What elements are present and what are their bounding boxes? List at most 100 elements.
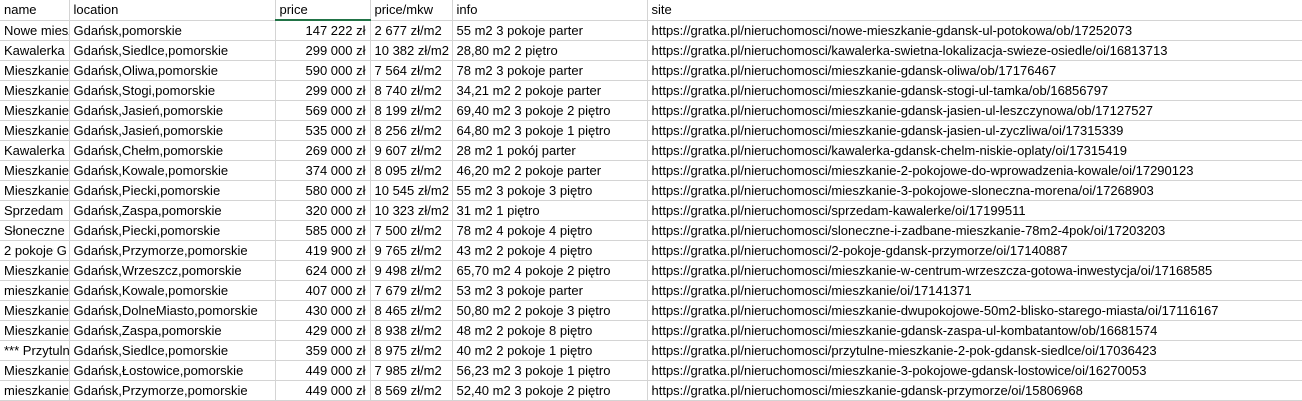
cell-price-per-m2[interactable]: 8 975 zł/m2 bbox=[370, 340, 453, 361]
cell-info[interactable]: 34,21 m2 2 pokoje parter bbox=[452, 80, 648, 101]
cell-price[interactable]: 449 000 zł bbox=[275, 380, 371, 401]
cell-price[interactable]: 535 000 zł bbox=[275, 120, 371, 141]
cell-site[interactable]: https://gratka.pl/nieruchomosci/nowe-mie… bbox=[647, 20, 1302, 41]
cell-name[interactable]: Mieszkanie bbox=[0, 360, 70, 381]
cell-price-per-m2[interactable]: 9 765 zł/m2 bbox=[370, 240, 453, 261]
cell-site[interactable]: https://gratka.pl/nieruchomosci/mieszkan… bbox=[647, 160, 1302, 181]
header-cell-info[interactable]: info bbox=[452, 0, 648, 21]
cell-price[interactable]: 569 000 zł bbox=[275, 100, 371, 121]
cell-location[interactable]: Gdańsk,Kowale,pomorskie bbox=[69, 160, 276, 181]
cell-info[interactable]: 55 m2 3 pokoje parter bbox=[452, 20, 648, 41]
header-cell-price-per-m2[interactable]: price/mkw bbox=[370, 0, 453, 21]
cell-info[interactable]: 56,23 m2 3 pokoje 1 piętro bbox=[452, 360, 648, 381]
cell-location[interactable]: Gdańsk,Przymorze,pomorskie bbox=[69, 380, 276, 401]
cell-location[interactable]: Gdańsk,Wrzeszcz,pomorskie bbox=[69, 260, 276, 281]
cell-name[interactable]: Kawalerka bbox=[0, 140, 70, 161]
cell-site[interactable]: https://gratka.pl/nieruchomosci/mieszkan… bbox=[647, 180, 1302, 201]
cell-info[interactable]: 40 m2 2 pokoje 1 piętro bbox=[452, 340, 648, 361]
cell-site[interactable]: https://gratka.pl/nieruchomosci/sprzedam… bbox=[647, 200, 1302, 221]
cell-price-per-m2[interactable]: 2 677 zł/m2 bbox=[370, 20, 453, 41]
cell-site[interactable]: https://gratka.pl/nieruchomosci/mieszkan… bbox=[647, 320, 1302, 341]
cell-info[interactable]: 46,20 m2 2 pokoje parter bbox=[452, 160, 648, 181]
cell-price-per-m2[interactable]: 7 679 zł/m2 bbox=[370, 280, 453, 301]
cell-location[interactable]: Gdańsk,Jasień,pomorskie bbox=[69, 100, 276, 121]
cell-location[interactable]: Gdańsk,Przymorze,pomorskie bbox=[69, 240, 276, 261]
cell-location[interactable]: Gdańsk,Chełm,pomorskie bbox=[69, 140, 276, 161]
cell-info[interactable]: 69,40 m2 3 pokoje 2 piętro bbox=[452, 100, 648, 121]
cell-site[interactable]: https://gratka.pl/nieruchomosci/mieszkan… bbox=[647, 100, 1302, 121]
cell-price[interactable]: 359 000 zł bbox=[275, 340, 371, 361]
cell-info[interactable]: 50,80 m2 2 pokoje 3 piętro bbox=[452, 300, 648, 321]
cell-location[interactable]: Gdańsk,Siedlce,pomorskie bbox=[69, 340, 276, 361]
cell-info[interactable]: 53 m2 3 pokoje parter bbox=[452, 280, 648, 301]
cell-location[interactable]: Gdańsk,Kowale,pomorskie bbox=[69, 280, 276, 301]
header-cell-name[interactable]: name bbox=[0, 0, 70, 21]
cell-info[interactable]: 78 m2 3 pokoje parter bbox=[452, 60, 648, 81]
cell-name[interactable]: mieszkanie bbox=[0, 380, 70, 401]
cell-price-per-m2[interactable]: 8 199 zł/m2 bbox=[370, 100, 453, 121]
cell-location[interactable]: Gdańsk,Piecki,pomorskie bbox=[69, 220, 276, 241]
cell-info[interactable]: 55 m2 3 pokoje 3 piętro bbox=[452, 180, 648, 201]
cell-price-per-m2[interactable]: 10 545 zł/m2 bbox=[370, 180, 453, 201]
cell-location[interactable]: Gdańsk,Siedlce,pomorskie bbox=[69, 40, 276, 61]
cell-site[interactable]: https://gratka.pl/nieruchomosci/2-pokoje… bbox=[647, 240, 1302, 261]
cell-price[interactable]: 299 000 zł bbox=[275, 40, 371, 61]
cell-site[interactable]: https://gratka.pl/nieruchomosci/mieszkan… bbox=[647, 280, 1302, 301]
cell-site[interactable]: https://gratka.pl/nieruchomosci/przytuln… bbox=[647, 340, 1302, 361]
cell-location[interactable]: Gdańsk,Piecki,pomorskie bbox=[69, 180, 276, 201]
cell-price-per-m2[interactable]: 8 095 zł/m2 bbox=[370, 160, 453, 181]
cell-price-per-m2[interactable]: 8 938 zł/m2 bbox=[370, 320, 453, 341]
cell-price[interactable]: 147 222 zł bbox=[275, 20, 371, 41]
cell-location[interactable]: Gdańsk,Oliwa,pomorskie bbox=[69, 60, 276, 81]
cell-price[interactable]: 374 000 zł bbox=[275, 160, 371, 181]
cell-price[interactable]: 449 000 zł bbox=[275, 360, 371, 381]
cell-name[interactable]: Mieszkanie bbox=[0, 320, 70, 341]
cell-name[interactable]: Mieszkanie bbox=[0, 60, 70, 81]
cell-site[interactable]: https://gratka.pl/nieruchomosci/mieszkan… bbox=[647, 360, 1302, 381]
cell-name[interactable]: Słoneczne bbox=[0, 220, 70, 241]
header-cell-location[interactable]: location bbox=[69, 0, 276, 21]
cell-location[interactable]: Gdańsk,pomorskie bbox=[69, 20, 276, 41]
cell-price-per-m2[interactable]: 8 740 zł/m2 bbox=[370, 80, 453, 101]
cell-price[interactable]: 407 000 zł bbox=[275, 280, 371, 301]
cell-location[interactable]: Gdańsk,Łostowice,pomorskie bbox=[69, 360, 276, 381]
cell-info[interactable]: 65,70 m2 4 pokoje 2 piętro bbox=[452, 260, 648, 281]
cell-price[interactable]: 585 000 zł bbox=[275, 220, 371, 241]
cell-price-per-m2[interactable]: 9 607 zł/m2 bbox=[370, 140, 453, 161]
cell-location[interactable]: Gdańsk,Jasień,pomorskie bbox=[69, 120, 276, 141]
cell-site[interactable]: https://gratka.pl/nieruchomosci/mieszkan… bbox=[647, 260, 1302, 281]
cell-name[interactable]: Mieszkanie bbox=[0, 180, 70, 201]
cell-price[interactable]: 299 000 zł bbox=[275, 80, 371, 101]
cell-price[interactable]: 419 900 zł bbox=[275, 240, 371, 261]
cell-price[interactable]: 429 000 zł bbox=[275, 320, 371, 341]
cell-site[interactable]: https://gratka.pl/nieruchomosci/mieszkan… bbox=[647, 80, 1302, 101]
cell-site[interactable]: https://gratka.pl/nieruchomosci/mieszkan… bbox=[647, 120, 1302, 141]
cell-info[interactable]: 52,40 m2 3 pokoje 2 piętro bbox=[452, 380, 648, 401]
cell-price-per-m2[interactable]: 10 323 zł/m2 bbox=[370, 200, 453, 221]
cell-location[interactable]: Gdańsk,DolneMiasto,pomorskie bbox=[69, 300, 276, 321]
cell-price[interactable]: 430 000 zł bbox=[275, 300, 371, 321]
cell-price-per-m2[interactable]: 7 500 zł/m2 bbox=[370, 220, 453, 241]
cell-site[interactable]: https://gratka.pl/nieruchomosci/kawalerk… bbox=[647, 140, 1302, 161]
cell-price[interactable]: 269 000 zł bbox=[275, 140, 371, 161]
cell-price-per-m2[interactable]: 7 985 zł/m2 bbox=[370, 360, 453, 381]
cell-location[interactable]: Gdańsk,Zaspa,pomorskie bbox=[69, 320, 276, 341]
cell-site[interactable]: https://gratka.pl/nieruchomosci/mieszkan… bbox=[647, 380, 1302, 401]
cell-name[interactable]: Mieszkanie bbox=[0, 300, 70, 321]
cell-price-per-m2[interactable]: 8 569 zł/m2 bbox=[370, 380, 453, 401]
cell-info[interactable]: 28,80 m2 2 piętro bbox=[452, 40, 648, 61]
cell-info[interactable]: 64,80 m2 3 pokoje 1 piętro bbox=[452, 120, 648, 141]
cell-name[interactable]: Mieszkanie bbox=[0, 260, 70, 281]
cell-info[interactable]: 28 m2 1 pokój parter bbox=[452, 140, 648, 161]
cell-site[interactable]: https://gratka.pl/nieruchomosci/kawalerk… bbox=[647, 40, 1302, 61]
cell-name[interactable]: *** Przytulne bbox=[0, 340, 70, 361]
header-cell-price[interactable]: price bbox=[275, 0, 371, 21]
cell-name[interactable]: Nowe mieszkanie bbox=[0, 20, 70, 41]
cell-location[interactable]: Gdańsk,Zaspa,pomorskie bbox=[69, 200, 276, 221]
cell-name[interactable]: Mieszkanie bbox=[0, 160, 70, 181]
cell-site[interactable]: https://gratka.pl/nieruchomosci/sloneczn… bbox=[647, 220, 1302, 241]
cell-price-per-m2[interactable]: 7 564 zł/m2 bbox=[370, 60, 453, 81]
cell-name[interactable]: Kawalerka bbox=[0, 40, 70, 61]
cell-price-per-m2[interactable]: 8 256 zł/m2 bbox=[370, 120, 453, 141]
cell-price[interactable]: 624 000 zł bbox=[275, 260, 371, 281]
